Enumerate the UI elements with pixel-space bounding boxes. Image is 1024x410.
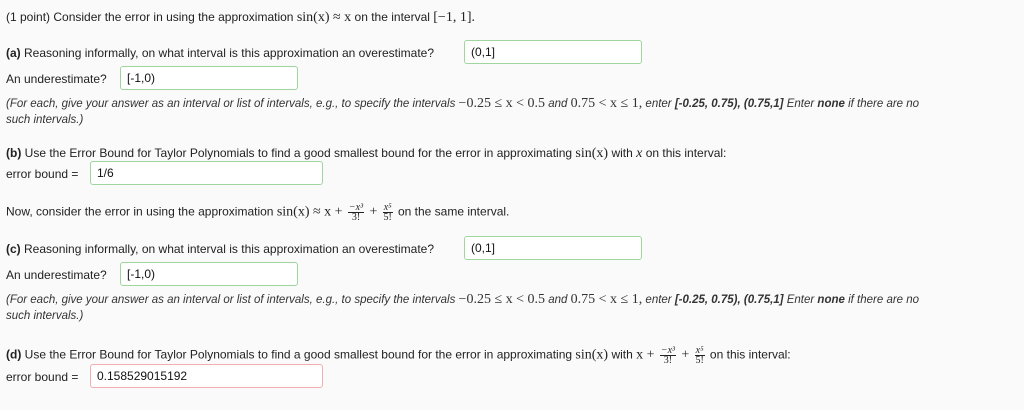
frac-x5-over-5: x⁵ 5! <box>382 203 393 223</box>
part-b-with: with <box>611 146 633 160</box>
part-d-bound-label: error bound = <box>6 370 79 384</box>
interval-text: on the interval <box>354 10 430 24</box>
part-d-question: (d) Use the Error Bound for Taylor Polyn… <box>6 346 791 366</box>
part-d-label: (d) <box>6 347 22 362</box>
note-example-answer: [-0.25, 0.75), (0.75,1] <box>674 98 784 110</box>
format-note-1-cont: such intervals.) <box>6 114 84 126</box>
part-c-label: (c) <box>6 242 21 256</box>
note-text: (For each, give your answer as an interv… <box>6 294 456 306</box>
now-approx: sin(x) ≈ x + <box>276 204 343 220</box>
part-c-question: (c) Reasoning informally, on what interv… <box>6 242 434 256</box>
part-c-under-label: An underestimate? <box>6 268 107 282</box>
part-a-overestimate-input[interactable]: (0,1] <box>464 40 642 64</box>
format-note-2: (For each, give your answer as an interv… <box>6 292 919 308</box>
note-enter: enter <box>645 98 672 110</box>
part-a-text: Reasoning informally, on what interval i… <box>24 46 434 60</box>
part-b-tail: on this interval: <box>645 146 727 160</box>
part-b-text: Use the Error Bound for Taylor Polynomia… <box>24 146 573 160</box>
note-text-2: if there are no <box>848 294 920 306</box>
note-example-1: −0.25 ≤ x < 0.5 <box>458 96 546 111</box>
problem-panel: (1 point) Consider the error in using th… <box>0 0 1024 410</box>
part-d-text: Use the Error Bound for Taylor Polynomia… <box>24 347 573 362</box>
part-d-x-plus: x + <box>636 347 655 363</box>
part-b-question: (b) Use the Error Bound for Taylor Polyn… <box>6 146 726 162</box>
format-note-2-cont: such intervals.) <box>6 310 84 322</box>
note-enter-2: Enter <box>786 98 815 110</box>
note-example-2: 0.75 < x ≤ 1, <box>570 96 643 111</box>
note-example-2: 0.75 < x ≤ 1, <box>570 292 643 307</box>
part-b-bound-label: error bound = <box>6 167 79 181</box>
part-a-label: (a) <box>6 46 21 60</box>
part-b-label: (b) <box>6 146 22 160</box>
part-d-with: with <box>611 347 633 362</box>
frac-den-2: 5! <box>695 355 704 366</box>
frac-x5-over-5-d: x⁵ 5! <box>694 346 705 366</box>
interval-expression: [−1, 1]. <box>433 10 475 25</box>
note-text: (For each, give your answer as an interv… <box>6 98 456 110</box>
frac-den-2: 5! <box>383 212 392 223</box>
frac-x3-over-3-d: −x³ 3! <box>659 346 677 366</box>
note-example-1: −0.25 ≤ x < 0.5 <box>458 292 546 307</box>
note-and: and <box>548 98 568 110</box>
note-none: none <box>817 294 845 306</box>
note-and: and <box>548 294 568 306</box>
part-c-overestimate-input[interactable]: (0,1] <box>464 236 642 260</box>
part-d-plus: + <box>681 347 690 363</box>
part-d-func: sin(x) <box>575 347 609 363</box>
now-tail: on the same interval. <box>397 204 510 219</box>
intro-text: (1 point) Consider the error in using th… <box>6 10 294 24</box>
note-enter-2: Enter <box>786 294 815 306</box>
now-text: Now, consider the error in using the app… <box>6 204 274 219</box>
frac-den-1: 3! <box>663 355 673 366</box>
problem-intro: (1 point) Consider the error in using th… <box>6 10 475 26</box>
note-none: none <box>817 98 845 110</box>
note-enter: enter <box>645 294 672 306</box>
part-b-error-bound-input[interactable]: 1/6 <box>90 161 323 185</box>
frac-x3-over-3: −x³ 3! <box>347 203 365 223</box>
part-b-x: x <box>636 146 643 161</box>
part-b-func: sin(x) <box>575 146 609 161</box>
note-text-2: if there are no <box>848 98 920 110</box>
frac-den-1: 3! <box>351 212 361 223</box>
format-note-1: (For each, give your answer as an interv… <box>6 96 919 112</box>
part-a-underestimate-input[interactable]: [-1,0) <box>120 66 298 90</box>
part-a-question: (a) Reasoning informally, on what interv… <box>6 46 434 60</box>
now-intro: Now, consider the error in using the app… <box>6 203 510 223</box>
part-c-underestimate-input[interactable]: [-1,0) <box>120 262 298 286</box>
approx-expression: sin(x) ≈ x <box>296 10 352 25</box>
note-example-answer: [-0.25, 0.75), (0.75,1] <box>674 294 784 306</box>
part-a-under-label: An underestimate? <box>6 72 107 86</box>
now-plus: + <box>369 204 378 220</box>
part-d-error-bound-input[interactable]: 0.158529015192 <box>90 364 323 388</box>
part-c-text: Reasoning informally, on what interval i… <box>24 242 434 256</box>
part-d-tail: on this interval: <box>709 347 791 362</box>
